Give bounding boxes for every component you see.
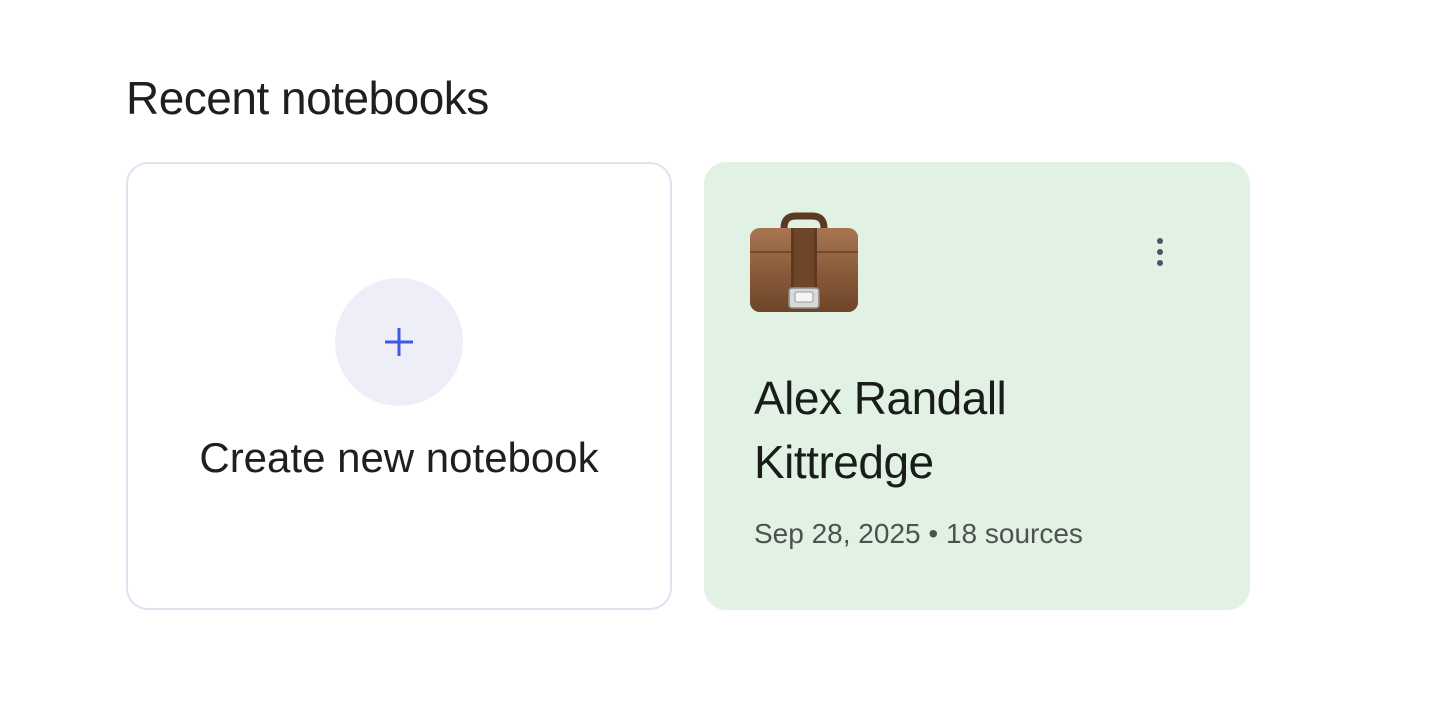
more-vertical-icon-dot bbox=[1157, 249, 1163, 255]
more-options-button[interactable] bbox=[1138, 230, 1182, 274]
notebook-sources-count: 18 sources bbox=[945, 518, 1083, 549]
meta-separator: • bbox=[928, 518, 939, 549]
notebook-date: Sep 28, 2025 bbox=[754, 518, 921, 549]
create-notebook-card[interactable]: Create new notebook bbox=[126, 162, 672, 610]
more-vertical-icon bbox=[1157, 238, 1163, 244]
section-title: Recent notebooks bbox=[126, 72, 489, 124]
more-vertical-icon-dot bbox=[1157, 260, 1163, 266]
plus-icon bbox=[385, 328, 413, 356]
create-notebook-label: Create new notebook bbox=[199, 434, 599, 481]
notebook-meta: Sep 28, 2025 • 18 sources bbox=[754, 516, 1083, 552]
briefcase-icon bbox=[750, 212, 858, 312]
create-notebook-button[interactable] bbox=[335, 278, 463, 406]
notebook-title: Alex Randall Kittredge bbox=[754, 372, 1007, 488]
notebook-card[interactable]: Alex Randall Kittredge Sep 28, 2025 • 18… bbox=[704, 162, 1250, 610]
